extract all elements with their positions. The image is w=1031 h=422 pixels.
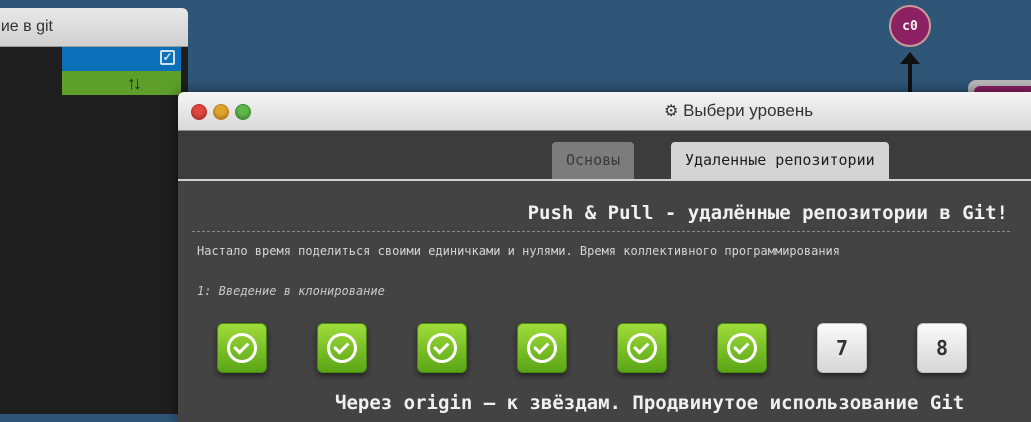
- next-sequence-title: Через origin – к звёздам. Продвинутое ис…: [335, 392, 965, 414]
- minimize-window-button[interactable]: [213, 104, 229, 120]
- level-button-3[interactable]: [417, 323, 467, 373]
- level-button-6[interactable]: [717, 323, 767, 373]
- level-button-1[interactable]: [217, 323, 267, 373]
- tab-remote-repositories[interactable]: Удаленные репозитории: [671, 142, 889, 179]
- check-circle-icon: [227, 333, 257, 363]
- sync-arrows-icon[interactable]: ↑↓: [127, 73, 142, 94]
- sequence-description: Настало время поделиться своими единичка…: [197, 244, 840, 258]
- check-circle-icon: [627, 333, 657, 363]
- level-button-7[interactable]: 7: [817, 323, 867, 373]
- tab-basics[interactable]: Основы: [552, 142, 635, 179]
- maximize-window-button[interactable]: [235, 104, 251, 120]
- level-button-5[interactable]: [617, 323, 667, 373]
- level-button-8[interactable]: 8: [917, 323, 967, 373]
- dialog-title: ⚙ Выбери уровень: [664, 92, 813, 131]
- close-window-button[interactable]: [191, 104, 207, 120]
- sidebar-window: ние в git ✓ ↑↓: [0, 8, 188, 414]
- checkbox-icon[interactable]: ✓: [160, 50, 175, 65]
- sidebar-title: ние в git: [0, 18, 53, 35]
- tab-bar: Основы Удаленные репозитории: [178, 131, 1031, 181]
- dialog-title-bar: ⚙ Выбери уровень: [178, 92, 1031, 131]
- branch-arrow-shaft: [908, 63, 912, 93]
- divider: [192, 231, 1010, 232]
- check-circle-icon: [427, 333, 457, 363]
- level-select-dialog: ⚙ Выбери уровень Основы Удаленные репози…: [178, 92, 1031, 422]
- status-bar-blue[interactable]: ✓: [62, 47, 181, 71]
- level-button-4[interactable]: [517, 323, 567, 373]
- gear-icon: ⚙: [664, 103, 679, 120]
- sequence-title: Push & Pull - удалённые репозитории в Gi…: [527, 202, 1008, 224]
- status-bar-green[interactable]: ↑↓: [62, 71, 181, 95]
- check-circle-icon: [727, 333, 757, 363]
- dialog-title-text: Выбери уровень: [683, 101, 814, 120]
- level-button-2[interactable]: [317, 323, 367, 373]
- sidebar-body: ✓ ↑↓: [0, 47, 188, 414]
- check-circle-icon: [527, 333, 557, 363]
- commit-node-label: c0: [902, 18, 918, 34]
- commit-node[interactable]: c0: [889, 5, 931, 47]
- check-circle-icon: [327, 333, 357, 363]
- lesson-title: 1: Введение в клонирование: [197, 284, 385, 298]
- sidebar-title-bar: ние в git: [0, 8, 188, 47]
